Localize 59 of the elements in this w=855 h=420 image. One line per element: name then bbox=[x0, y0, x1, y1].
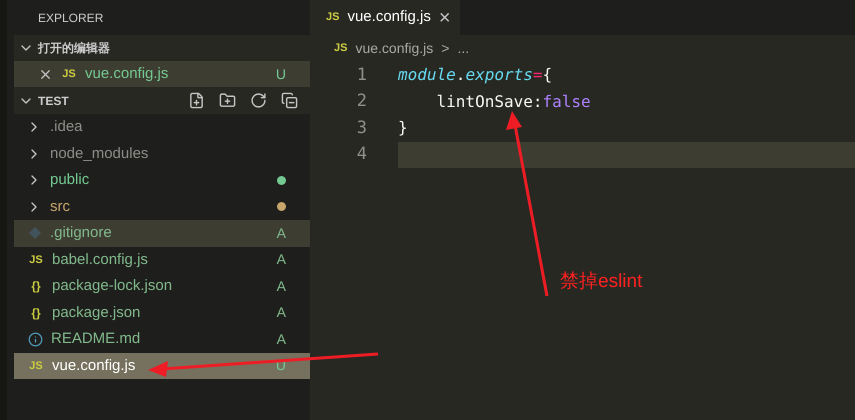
section-header[interactable]: TEST bbox=[14, 87, 310, 114]
file-name: .gitignore bbox=[50, 223, 112, 243]
file-item[interactable]: .gitignore A bbox=[14, 220, 310, 246]
line-number: 1 bbox=[356, 64, 367, 86]
file-name: vue.config.js bbox=[85, 64, 168, 84]
diamond-icon bbox=[28, 226, 42, 240]
file-item[interactable]: public bbox=[14, 167, 310, 194]
file-item[interactable]: {} package.json A bbox=[14, 300, 310, 326]
section-header[interactable]: 打开的编辑器 bbox=[14, 35, 310, 61]
file-name: package-lock.json bbox=[52, 276, 172, 296]
js-icon: JS bbox=[28, 358, 44, 374]
file-item[interactable]: src bbox=[14, 194, 310, 220]
file-name: node_modules bbox=[50, 144, 148, 164]
editor-tab[interactable]: JS vue.config.js × bbox=[310, 0, 460, 35]
file-name: README.md bbox=[51, 329, 140, 349]
git-status: A bbox=[276, 224, 286, 243]
js-icon: JS bbox=[28, 252, 44, 268]
close-icon[interactable]: × bbox=[438, 8, 451, 28]
breadcrumb-separator: > bbox=[441, 39, 450, 58]
code-line: } bbox=[398, 117, 409, 140]
breadcrumb-item[interactable]: vue.config.js bbox=[355, 38, 434, 59]
new-file-icon[interactable] bbox=[188, 92, 205, 109]
line-number: 4 bbox=[356, 143, 367, 166]
file-name: .idea bbox=[50, 117, 83, 137]
refresh-icon[interactable] bbox=[250, 92, 267, 109]
file-item[interactable]: {} package-lock.json A bbox=[14, 273, 310, 300]
line-number: 2 bbox=[356, 90, 367, 113]
file-item[interactable]: JS babel.config.js A bbox=[14, 246, 310, 273]
git-status: A bbox=[276, 303, 286, 322]
file-name: vue.config.js bbox=[52, 356, 136, 376]
code-line: lintOnSave:false bbox=[436, 90, 592, 113]
git-status: A bbox=[276, 330, 286, 349]
file-item[interactable]: node_modules bbox=[14, 140, 310, 167]
git-status: A bbox=[276, 276, 286, 296]
line-number: 3 bbox=[356, 116, 367, 140]
file-name: public bbox=[50, 170, 90, 190]
section-title: TEST bbox=[38, 92, 69, 110]
sidebar-title: EXPLORER bbox=[38, 10, 104, 26]
breadcrumb-item[interactable]: ... bbox=[457, 38, 470, 59]
code-line: module.exports={ bbox=[398, 64, 554, 86]
js-icon: JS bbox=[334, 40, 348, 57]
file-name: package.json bbox=[52, 302, 140, 322]
section-title: 打开的编辑器 bbox=[38, 40, 110, 57]
collapse-icon[interactable] bbox=[281, 92, 298, 109]
braces-icon: {} bbox=[28, 277, 44, 296]
new-folder-icon[interactable] bbox=[219, 92, 236, 109]
file-name: babel.config.js bbox=[52, 250, 148, 270]
open-editor-item[interactable]: JS vue.config.js U bbox=[14, 61, 310, 87]
file-item[interactable]: README.md A bbox=[14, 326, 310, 352]
file-item[interactable]: .idea bbox=[14, 114, 310, 140]
info-icon bbox=[28, 332, 43, 347]
tab-title: vue.config.js bbox=[347, 7, 431, 28]
file-name: src bbox=[50, 196, 70, 216]
braces-icon: {} bbox=[28, 304, 44, 322]
js-icon: JS bbox=[326, 9, 340, 26]
git-status: A bbox=[276, 250, 286, 270]
js-icon: JS bbox=[61, 66, 77, 82]
annotation-text: 禁掉eslint bbox=[560, 270, 642, 294]
git-status: U bbox=[276, 64, 286, 84]
